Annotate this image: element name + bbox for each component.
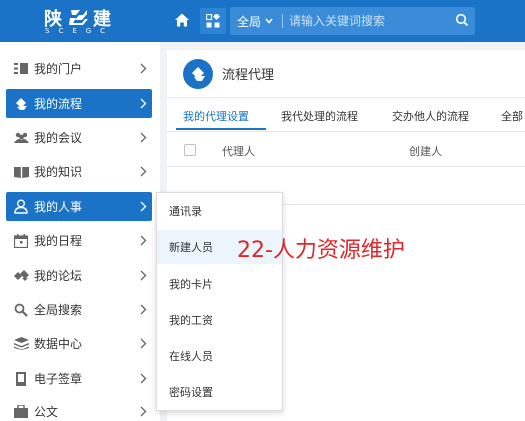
search-icon — [14, 303, 28, 317]
search-icon[interactable] — [455, 13, 469, 27]
meeting-icon — [13, 132, 29, 143]
column-header-proxy: 代理人 — [222, 145, 255, 158]
sidebar-item-label: 我的会议 — [34, 131, 83, 145]
sidebar-item-knowledge[interactable]: 我的知识 — [6, 157, 152, 186]
table-header: 代理人 创建人 — [167, 133, 525, 167]
submenu-item-password-settings[interactable]: 密码设置 — [157, 375, 282, 409]
tab-delegated-to-others[interactable]: 交办他人的流程 — [392, 108, 469, 124]
sidebar-item-label: 电子签章 — [34, 372, 83, 386]
sidebar-item-calendar[interactable]: 我的日程 — [6, 226, 152, 255]
workflow-logo-icon — [183, 58, 213, 89]
sidebar-item-seal[interactable]: 电子签章 — [6, 364, 152, 393]
submenu-item-my-salary[interactable]: 我的工资 — [157, 303, 282, 337]
book-icon — [13, 166, 29, 178]
sidebar-item-portal[interactable]: 我的门户 — [6, 54, 152, 83]
tab-proxied-for-me[interactable]: 我代处理的流程 — [281, 108, 358, 124]
company-logo[interactable]: 陕 建 SCEGC — [0, 0, 160, 42]
sidebar-item-label: 我的日程 — [34, 234, 83, 248]
global-search-box: 全局 — [230, 7, 475, 35]
person-icon — [14, 199, 28, 214]
sidebar-item-label: 全局搜索 — [34, 303, 83, 317]
chevron-right-icon — [140, 304, 146, 315]
search-scope-label: 全局 — [237, 14, 262, 29]
sidebar-item-data-center[interactable]: 数据中心 — [6, 329, 152, 358]
column-header-creator: 创建人 — [409, 145, 442, 158]
tab-my-proxy-settings[interactable]: 我的代理设置 — [183, 108, 249, 124]
chevron-right-icon — [140, 201, 146, 212]
sidebar-item-hr[interactable]: 我的人事 — [6, 192, 152, 221]
search-scope-select[interactable]: 全局 — [230, 13, 282, 30]
sidebar-item-label: 我的知识 — [34, 165, 83, 179]
annotation-label: 22-人力资源维护 — [237, 238, 405, 263]
tab-all[interactable]: 全部 — [501, 108, 523, 124]
submenu-item-contacts[interactable]: 通讯录 — [157, 194, 282, 228]
sidebar-item-workflow[interactable]: 我的流程 — [6, 89, 152, 118]
home-button[interactable] — [171, 9, 193, 31]
sidebar-item-label: 我的人事 — [34, 200, 83, 214]
sidebar-item-document[interactable]: 公文 — [6, 397, 152, 421]
chevron-right-icon — [140, 338, 146, 349]
home-icon — [175, 13, 189, 27]
chevron-right-icon — [140, 166, 146, 177]
calendar-icon — [14, 233, 28, 248]
chevron-right-icon — [140, 63, 146, 74]
select-all-checkbox[interactable] — [184, 144, 196, 156]
sidebar-item-meeting[interactable]: 我的会议 — [6, 123, 152, 152]
chevron-right-icon — [140, 132, 146, 143]
sidebar: 我的门户 我的流程 我的会议 我的知识 我的人事 我的日程 我的论坛 全局搜索 — [0, 42, 160, 421]
forum-icon — [13, 269, 29, 281]
submenu-item-online-users[interactable]: 在线人员 — [157, 339, 282, 373]
search-input[interactable] — [283, 14, 433, 28]
panel-header: 流程代理 — [167, 50, 525, 98]
active-tab-indicator — [176, 128, 266, 130]
document-icon — [14, 405, 28, 418]
apps-button[interactable] — [200, 8, 226, 34]
top-bar: 陕 建 SCEGC 全局 — [0, 0, 525, 42]
portal-icon — [14, 63, 28, 74]
workflow-icon — [16, 97, 27, 110]
sidebar-item-label: 我的论坛 — [34, 269, 83, 283]
sidebar-item-label: 公文 — [34, 405, 59, 419]
chevron-right-icon — [140, 406, 146, 417]
submenu-item-my-card[interactable]: 我的卡片 — [157, 267, 282, 301]
sidebar-item-label: 我的流程 — [34, 97, 83, 111]
chevron-right-icon — [140, 270, 146, 281]
data-center-icon — [13, 337, 29, 350]
sidebar-item-label: 数据中心 — [34, 337, 83, 351]
sidebar-item-forum[interactable]: 我的论坛 — [6, 261, 152, 290]
hr-submenu: 通讯录 新建人员 我的卡片 我的工资 在线人员 密码设置 — [156, 192, 283, 411]
apps-grid-icon — [206, 14, 220, 28]
sidebar-item-label: 我的门户 — [34, 62, 83, 76]
chevron-right-icon — [140, 98, 146, 109]
chevron-right-icon — [140, 373, 146, 384]
logo-mark-icon — [69, 10, 88, 25]
tab-bar: 我的代理设置 我代处理的流程 交办他人的流程 全部 — [167, 98, 525, 132]
logo-english: SCEGC — [45, 27, 115, 35]
sidebar-item-global-search[interactable]: 全局搜索 — [6, 295, 152, 324]
seal-icon — [16, 371, 26, 386]
panel-title: 流程代理 — [222, 68, 275, 83]
chevron-down-icon — [265, 18, 273, 24]
chevron-right-icon — [140, 235, 146, 246]
